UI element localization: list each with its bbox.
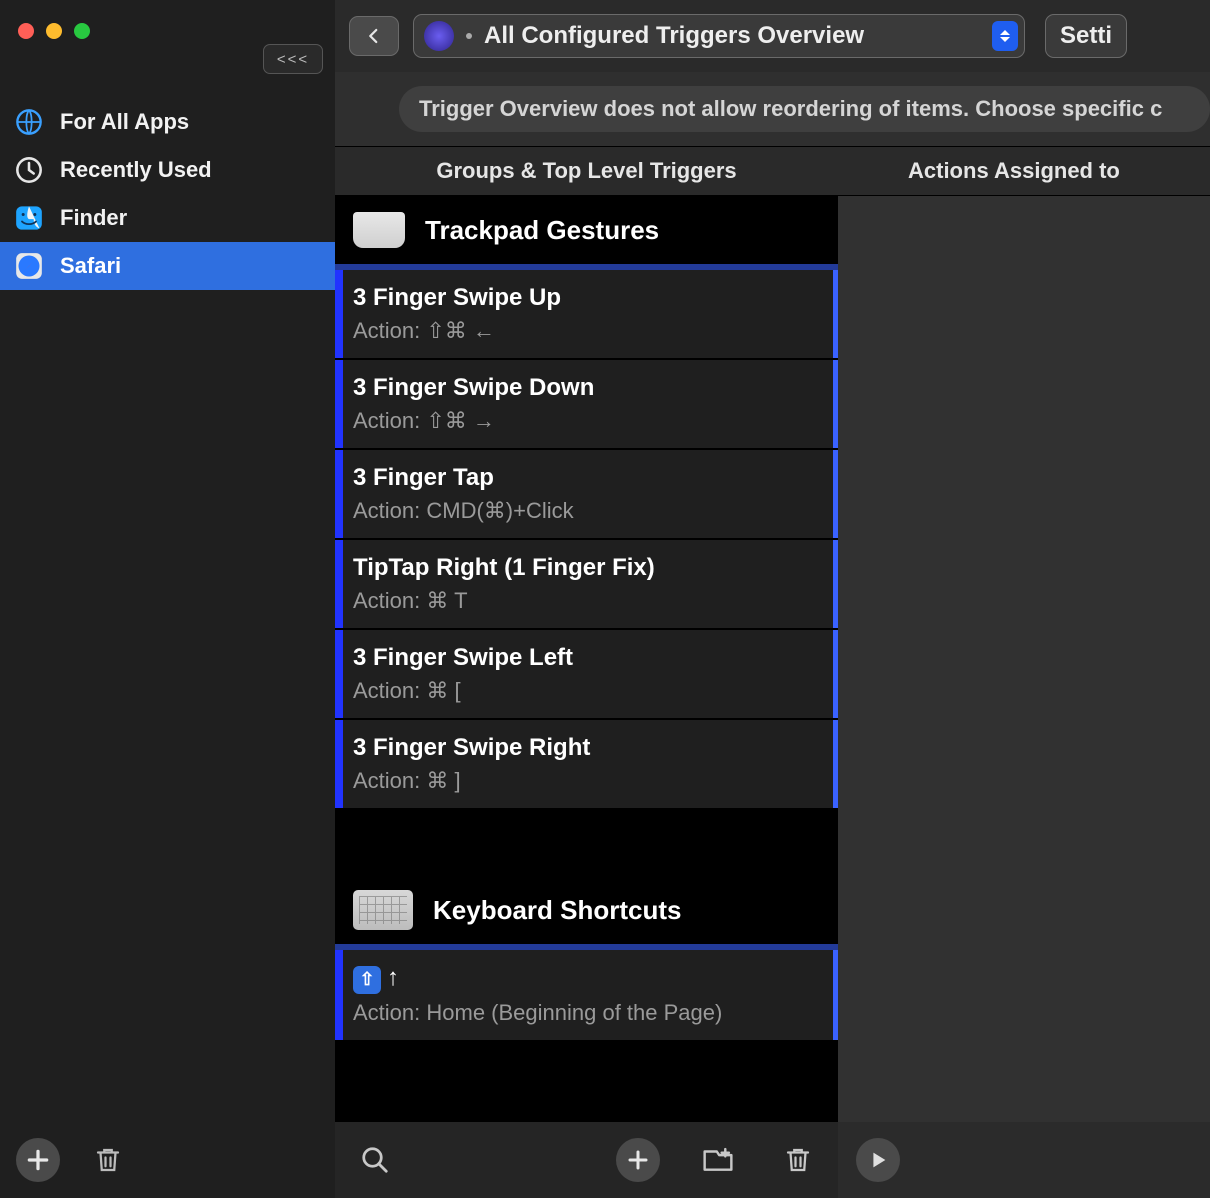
shift-key-badge: ⇧: [353, 966, 381, 994]
content-area: Trackpad Gestures 3 Finger Swipe Up Acti…: [335, 196, 1210, 1198]
dropdown-label: All Configured Triggers Overview: [484, 22, 864, 50]
sidebar-list: For All Apps Recently Used Finder Safari: [0, 98, 335, 290]
keyboard-icon: [353, 890, 413, 930]
row-accent: [335, 360, 343, 448]
trigger-name-suffix: ↑: [387, 964, 399, 991]
trigger-action: Action: ⌘ [: [353, 678, 823, 704]
section-header-keyboard[interactable]: Keyboard Shortcuts: [335, 876, 838, 944]
add-app-button[interactable]: [16, 1138, 60, 1182]
delete-app-button[interactable]: [86, 1138, 130, 1182]
trigger-row[interactable]: 3 Finger Swipe Right Action: ⌘ ]: [335, 720, 838, 808]
trigger-view-dropdown[interactable]: All Configured Triggers Overview: [413, 14, 1025, 58]
column-header-groups: Groups & Top Level Triggers: [335, 147, 838, 195]
window-titlebar: <<<: [0, 0, 335, 62]
main-pane: All Configured Triggers Overview Setti T…: [335, 0, 1210, 1198]
trigger-row[interactable]: 3 Finger Swipe Up Action: ⇧⌘ ←: [335, 270, 838, 358]
settings-button[interactable]: Setti: [1045, 14, 1127, 58]
trigger-name: 3 Finger Tap: [353, 464, 823, 492]
trackpad-icon: [353, 212, 405, 248]
trigger-name: 3 Finger Swipe Down: [353, 374, 823, 402]
section-gap: [335, 810, 838, 876]
delete-trigger-button[interactable]: [776, 1138, 820, 1182]
trigger-name: 3 Finger Swipe Right: [353, 734, 823, 762]
clock-icon: [14, 155, 44, 185]
trigger-name: 3 Finger Swipe Up: [353, 284, 823, 312]
row-accent: [335, 450, 343, 538]
actions-footer: [838, 1122, 1210, 1198]
sidebar: <<< For All Apps Recently Used Finder: [0, 0, 335, 1198]
sidebar-item-label: For All Apps: [60, 109, 335, 135]
window-close-button[interactable]: [18, 23, 34, 39]
section-header-trackpad[interactable]: Trackpad Gestures: [335, 196, 838, 264]
sidebar-footer: [0, 1122, 335, 1198]
trigger-row[interactable]: 3 Finger Swipe Left Action: ⌘ [: [335, 630, 838, 718]
trigger-action: Action: ⇧⌘ ←: [353, 318, 823, 344]
column-header-actions: Actions Assigned to: [838, 147, 1210, 195]
row-accent: [335, 270, 343, 358]
window-zoom-button[interactable]: [74, 23, 90, 39]
trigger-row[interactable]: ⇧↑ Action: Home (Beginning of the Page): [335, 950, 838, 1040]
trigger-action: Action: ⌘ T: [353, 588, 823, 614]
trigger-action: Action: ⌘ ]: [353, 768, 823, 794]
finder-icon: [14, 203, 44, 233]
trigger-name: ⇧↑: [353, 964, 823, 994]
sidebar-collapse-button[interactable]: <<<: [263, 44, 323, 74]
trigger-name: 3 Finger Swipe Left: [353, 644, 823, 672]
modified-dot-icon: [466, 33, 472, 39]
run-action-button[interactable]: [856, 1138, 900, 1182]
actions-column: [838, 196, 1210, 1198]
row-accent: [335, 950, 343, 1040]
sidebar-item-recently-used[interactable]: Recently Used: [0, 146, 335, 194]
add-trigger-button[interactable]: [616, 1138, 660, 1182]
info-banner: Trigger Overview does not allow reorderi…: [399, 86, 1210, 132]
section-title: Trackpad Gestures: [425, 215, 659, 246]
trigger-list-trackpad: 3 Finger Swipe Up Action: ⇧⌘ ← 3 Finger …: [335, 270, 838, 810]
search-button[interactable]: [353, 1138, 397, 1182]
trigger-row[interactable]: TipTap Right (1 Finger Fix) Action: ⌘ T: [335, 540, 838, 628]
toolbar: All Configured Triggers Overview Setti: [335, 0, 1210, 72]
section-separator: [335, 264, 838, 270]
columns-header: Groups & Top Level Triggers Actions Assi…: [335, 146, 1210, 196]
trigger-action: Action: ⇧⌘ →: [353, 408, 823, 434]
trigger-action: Action: CMD(⌘)+Click: [353, 498, 823, 524]
row-accent: [335, 720, 343, 808]
globe-icon: [14, 107, 44, 137]
safari-icon: [14, 251, 44, 281]
sidebar-item-safari[interactable]: Safari: [0, 242, 335, 290]
sidebar-item-finder[interactable]: Finder: [0, 194, 335, 242]
sidebar-item-label: Finder: [60, 205, 335, 231]
trigger-action: Action: Home (Beginning of the Page): [353, 1000, 823, 1026]
trigger-name: TipTap Right (1 Finger Fix): [353, 554, 823, 582]
sidebar-item-label: Safari: [60, 253, 335, 279]
trigger-row[interactable]: 3 Finger Swipe Down Action: ⇧⌘ →: [335, 360, 838, 448]
triggers-column: Trackpad Gestures 3 Finger Swipe Up Acti…: [335, 196, 838, 1198]
row-accent: [335, 540, 343, 628]
triggers-footer: [335, 1122, 838, 1198]
add-group-button[interactable]: [696, 1138, 740, 1182]
back-button[interactable]: [349, 16, 399, 56]
sidebar-item-label: Recently Used: [60, 157, 335, 183]
trigger-list-keyboard: ⇧↑ Action: Home (Beginning of the Page): [335, 950, 838, 1042]
section-title: Keyboard Shortcuts: [433, 895, 682, 926]
app-badge-icon: [424, 21, 454, 51]
app-window: <<< For All Apps Recently Used Finder: [0, 0, 1210, 1198]
section-separator: [335, 944, 838, 950]
info-banner-text: Trigger Overview does not allow reorderi…: [419, 96, 1162, 122]
sidebar-item-for-all-apps[interactable]: For All Apps: [0, 98, 335, 146]
trigger-row[interactable]: 3 Finger Tap Action: CMD(⌘)+Click: [335, 450, 838, 538]
dropdown-stepper-icon[interactable]: [992, 21, 1018, 51]
bottom-toolbar: [335, 1122, 1210, 1198]
row-accent: [335, 630, 343, 718]
window-minimize-button[interactable]: [46, 23, 62, 39]
